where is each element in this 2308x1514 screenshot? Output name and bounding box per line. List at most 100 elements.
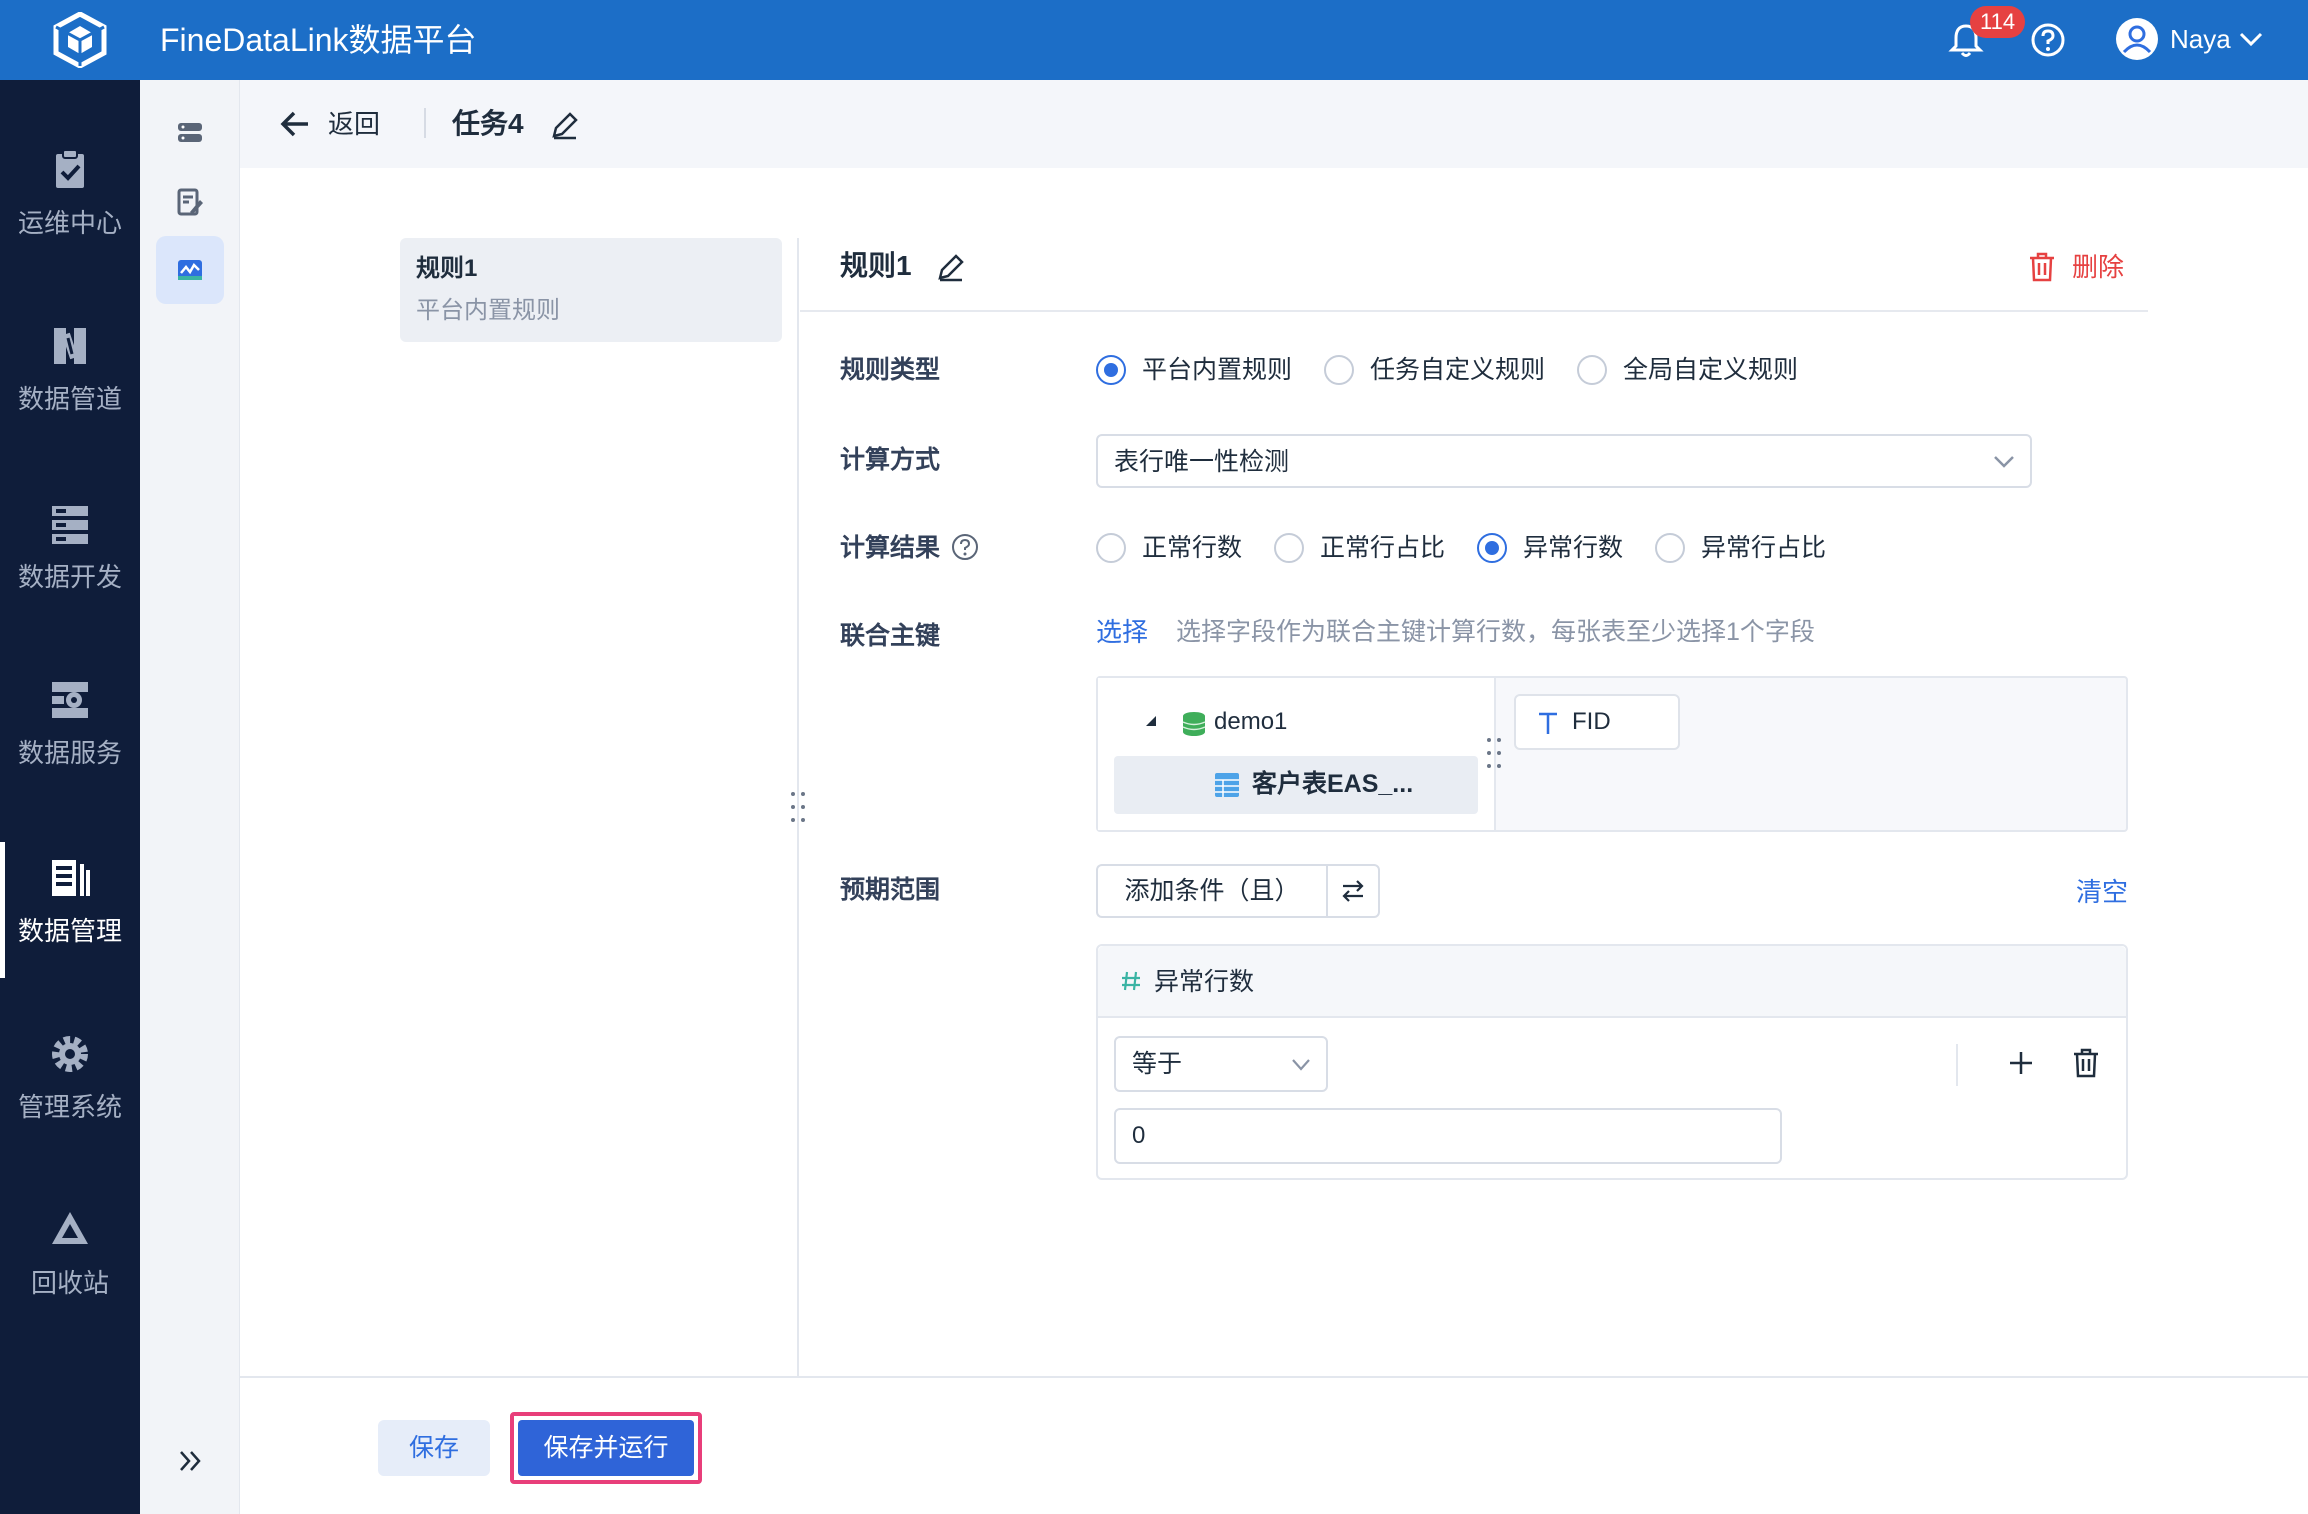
question-icon[interactable]: [950, 532, 980, 562]
rail-rule-edit-button[interactable]: [156, 168, 224, 236]
sidebar-item-data-manage[interactable]: 数据管理: [0, 842, 140, 992]
user-icon: [2122, 25, 2152, 54]
radio-label: 平台内置规则: [1142, 356, 1293, 384]
delete-rule-button[interactable]: 删除: [2028, 250, 2124, 284]
save-and-run-button[interactable]: 保存并运行: [518, 1420, 694, 1476]
recycle-icon: [52, 1212, 88, 1244]
sidebar-item-recycle-bin[interactable]: 回收站: [0, 1194, 140, 1344]
clear-conditions-link[interactable]: 清空: [2076, 874, 2128, 910]
calc-method-select[interactable]: 表行唯一性检测: [1096, 434, 2032, 488]
tree-database-name[interactable]: demo1: [1214, 704, 1287, 740]
rule-list-item-name: 规则1: [416, 255, 478, 282]
rail-quality-monitor-button[interactable]: [156, 236, 224, 304]
rule-type-label: 规则类型: [840, 356, 941, 384]
field-name: FID: [1572, 708, 1611, 735]
radio-normal-rows[interactable]: 正常行数: [1096, 530, 1242, 566]
chevron-down-icon: [1292, 1059, 1310, 1071]
drag-handle-icon[interactable]: [788, 790, 808, 824]
radio-dot[interactable]: [1274, 533, 1305, 563]
pencil-icon[interactable]: [550, 110, 580, 140]
main-sidebar: 运维中心 数据管道 数据开发 数据服务 数据管理 管理系统 回收站: [0, 80, 140, 1514]
radio-dot[interactable]: [1477, 533, 1508, 563]
sidebar-item-label: 数据管道: [17, 384, 122, 414]
double-chevron-right-icon[interactable]: [176, 1446, 206, 1476]
database-icon: [178, 123, 202, 142]
tree-table-row[interactable]: 客户表EAS_...: [1114, 756, 1478, 814]
back-link[interactable]: 返回: [328, 106, 380, 142]
sidebar-item-label: 数据开发: [17, 562, 122, 592]
radio-abnormal-ratio[interactable]: 异常行占比: [1655, 530, 1826, 566]
calc-method-value: 表行唯一性检测: [1114, 448, 1290, 476]
drag-handle-icon[interactable]: [1484, 736, 1504, 770]
calc-method-label: 计算方式: [840, 446, 941, 474]
radio-label: 正常行占比: [1320, 534, 1446, 562]
table-icon: [1215, 773, 1239, 797]
radio-abnormal-rows[interactable]: 异常行数: [1477, 530, 1623, 566]
breadcrumb: 返回 任务4: [240, 80, 2308, 168]
server-stack-icon: [52, 506, 88, 544]
arrow-left-icon[interactable]: [280, 110, 310, 138]
radio-label: 异常行数: [1523, 534, 1624, 562]
operator-value: 等于: [1132, 1050, 1183, 1078]
radio-label: 全局自定义规则: [1623, 356, 1799, 384]
database-icon: [1182, 712, 1206, 736]
sidebar-item-label: 管理系统: [17, 1092, 122, 1122]
plus-icon[interactable]: [2008, 1050, 2034, 1076]
sidebar-item-label: 数据服务: [17, 738, 122, 768]
select-fields-link[interactable]: 选择: [1096, 614, 1148, 650]
breadcrumb-divider: [424, 108, 426, 138]
document-edit-icon: [177, 188, 203, 216]
app-logo-icon[interactable]: [50, 12, 110, 68]
toggle-logic-button[interactable]: [1326, 864, 1380, 918]
rail-database-button[interactable]: [156, 100, 224, 168]
radio-dot[interactable]: [1577, 355, 1608, 385]
field-chip[interactable]: FID: [1514, 694, 1680, 750]
rule-list-item-type: 平台内置规则: [416, 297, 560, 324]
rule-header-divider: [800, 310, 2148, 312]
calc-result-radio-group: 正常行数 正常行占比 异常行数 异常行占比: [1096, 530, 1858, 566]
radio-normal-ratio[interactable]: 正常行占比: [1274, 530, 1445, 566]
save-button[interactable]: 保存: [378, 1420, 490, 1476]
rule-list-item[interactable]: 规则1 平台内置规则: [400, 238, 782, 342]
operator-select[interactable]: 等于: [1114, 1036, 1328, 1092]
tree-table-name: 客户表EAS_...: [1252, 770, 1414, 798]
pencil-icon[interactable]: [936, 252, 966, 282]
condition-header: 异常行数: [1098, 946, 2126, 1018]
radio-dot[interactable]: [1096, 533, 1126, 563]
sidebar-item-label: 数据管理: [17, 916, 122, 946]
sidebar-item-ops-center[interactable]: 运维中心: [0, 134, 140, 284]
radio-label: 任务自定义规则: [1370, 356, 1546, 384]
radio-builtin-rule[interactable]: 平台内置规则: [1096, 352, 1292, 388]
text-type-icon: [1539, 712, 1557, 734]
radio-dot[interactable]: [1096, 355, 1126, 385]
gear-icon: [52, 1036, 88, 1072]
page-title: 任务4: [452, 108, 524, 139]
delete-label: 删除: [2072, 252, 2125, 282]
sidebar-item-admin-system[interactable]: 管理系统: [0, 1018, 140, 1168]
table-tree: demo1 客户表EAS_...: [1098, 678, 1496, 830]
radio-dot[interactable]: [1324, 355, 1355, 385]
condition-card: 异常行数 等于: [1096, 944, 2128, 1180]
add-condition-button[interactable]: 添加条件（且）: [1096, 864, 1326, 918]
sidebar-item-data-pipeline[interactable]: 数据管道: [0, 310, 140, 460]
sidebar-item-data-dev[interactable]: 数据开发: [0, 488, 140, 638]
expected-range-label: 预期范围: [840, 876, 941, 904]
api-service-icon: [52, 682, 88, 718]
sidebar-item-data-service[interactable]: 数据服务: [0, 664, 140, 814]
radio-dot[interactable]: [1655, 533, 1686, 563]
radio-task-custom-rule[interactable]: 任务自定义规则: [1324, 352, 1545, 388]
radio-global-custom-rule[interactable]: 全局自定义规则: [1577, 352, 1798, 388]
trash-icon[interactable]: [2072, 1048, 2100, 1078]
caret-expanded-icon[interactable]: [1144, 714, 1158, 728]
chevron-down-icon[interactable]: [2238, 28, 2264, 50]
secondary-rail: [140, 80, 240, 1514]
condition-value-input[interactable]: [1114, 1108, 1782, 1164]
avatar[interactable]: [2116, 18, 2158, 60]
primary-key-hint: 选择字段作为联合主键计算行数，每张表至少选择1个字段: [1176, 618, 1815, 646]
help-icon[interactable]: [2030, 22, 2066, 58]
rule-type-radio-group: 平台内置规则 任务自定义规则 全局自定义规则: [1096, 352, 1830, 388]
sidebar-item-label: 回收站: [30, 1268, 109, 1298]
radio-label: 正常行数: [1142, 534, 1243, 562]
user-name[interactable]: Naya: [2170, 22, 2231, 56]
top-header: FineDataLink数据平台 114 Naya: [0, 0, 2308, 80]
